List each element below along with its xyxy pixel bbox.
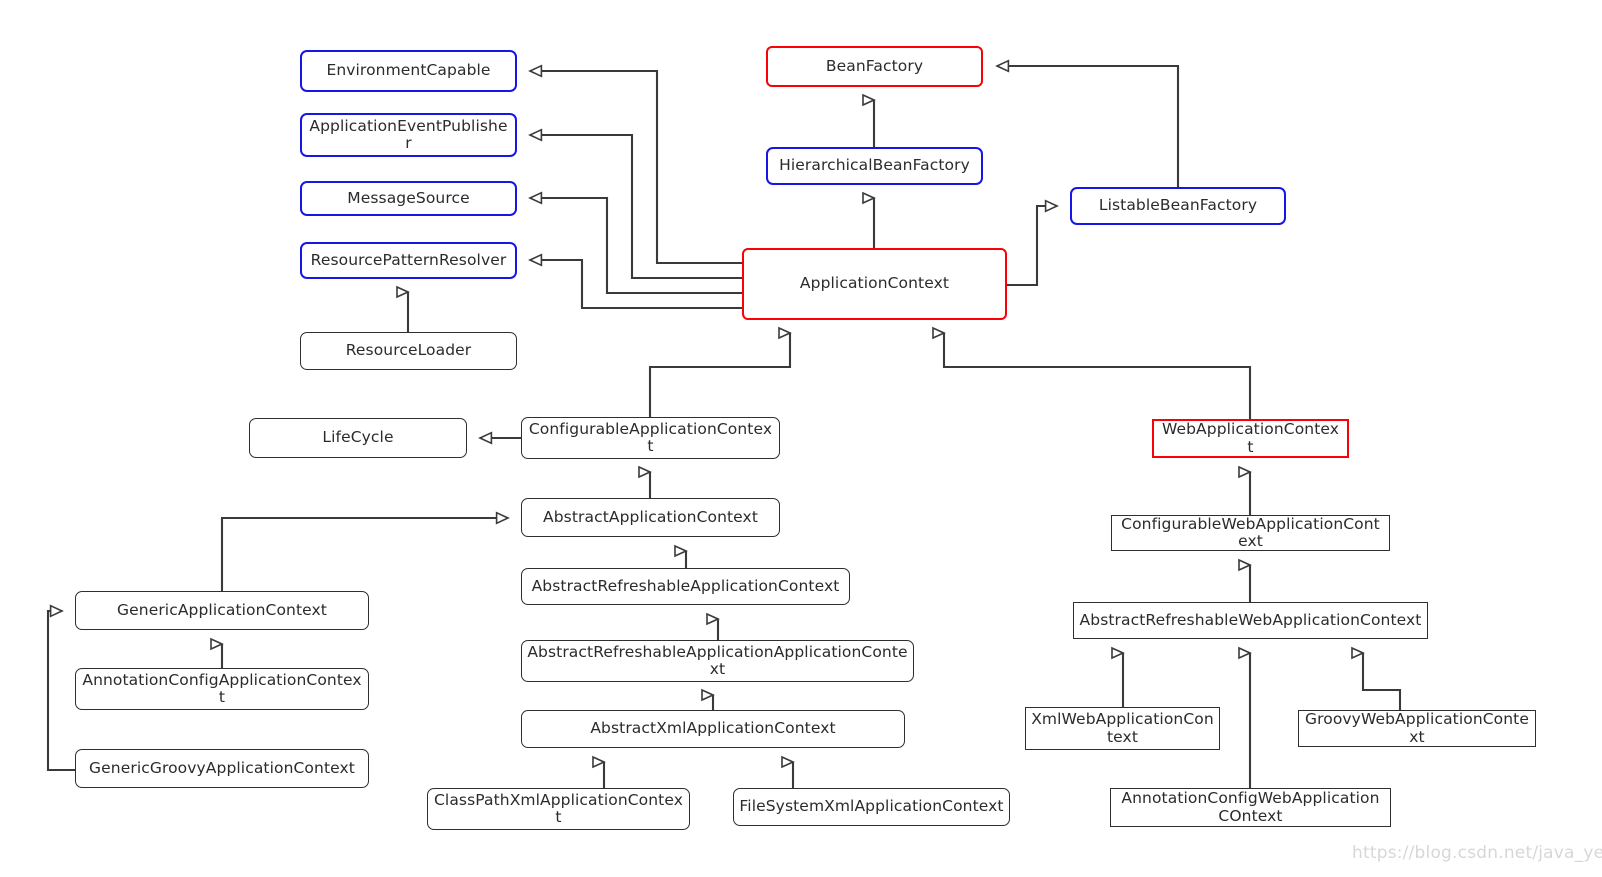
node-abstract-application-context[interactable]: AbstractApplicationContext	[521, 498, 780, 537]
node-label: ListableBeanFactory	[1098, 196, 1258, 215]
node-label: ApplicationEventPublisher	[309, 116, 508, 152]
node-xml-web-application-context[interactable]: XmlWebApplicationContext	[1025, 707, 1220, 750]
node-abstract-refreshable-application-application-context[interactable]: AbstractRefreshableApplicationApplicatio…	[521, 640, 914, 682]
node-annotation-config-web-application-context[interactable]: AnnotationConfigWebApplicationCOntext	[1110, 788, 1391, 827]
node-label: MessageSource	[347, 188, 470, 207]
node-groovy-web-application-context[interactable]: GroovyWebApplicationContext	[1298, 710, 1536, 747]
uml-class-diagram: EnvironmentCapable ApplicationEventPubli…	[0, 0, 1602, 877]
node-file-system-xml-application-context[interactable]: FileSystemXmlApplicationContext	[733, 788, 1010, 826]
source-watermark: https://blog.csdn.net/java_yes	[1352, 843, 1602, 863]
node-label: ClassPathXmlApplicationContext	[433, 790, 683, 826]
node-label: AnnotationConfigApplicationContext	[82, 670, 362, 706]
node-label: ResourceLoader	[345, 341, 472, 360]
node-label: BeanFactory	[825, 56, 924, 75]
node-label: ConfigurableWebApplicationContext	[1121, 514, 1380, 550]
node-application-context[interactable]: ApplicationContext	[742, 248, 1007, 320]
node-annotation-config-application-context[interactable]: AnnotationConfigApplicationContext	[75, 668, 369, 710]
node-label: FileSystemXmlApplicationContext	[739, 797, 1004, 816]
node-label: AbstractApplicationContext	[543, 507, 758, 526]
edge-genericappcontext-abstractappcontext	[220, 511, 510, 591]
node-generic-groovy-application-context[interactable]: GenericGroovyApplicationContext	[75, 749, 369, 788]
edge-configurableappcontext-appcontext	[648, 333, 790, 417]
node-label: HierarchicalBeanFactory	[779, 156, 970, 175]
node-class-path-xml-application-context[interactable]: ClassPathXmlApplicationContext	[427, 788, 690, 830]
edge-genericgroovy-genericappcontext	[46, 604, 75, 772]
edge-appcontext-listablebeanfactory	[1007, 199, 1059, 287]
node-abstract-refreshable-application-context[interactable]: AbstractRefreshableApplicationContext	[521, 568, 850, 605]
node-label: ApplicationContext	[799, 274, 950, 293]
node-message-source[interactable]: MessageSource	[300, 181, 517, 216]
edge-listablebeanfactory-beanfactory	[995, 59, 1180, 187]
node-label: WebApplicationContext	[1161, 420, 1340, 456]
node-label: AbstractXmlApplicationContext	[590, 719, 836, 738]
node-application-event-publisher[interactable]: ApplicationEventPublisher	[300, 113, 517, 157]
node-life-cycle[interactable]: LifeCycle	[249, 418, 467, 458]
node-bean-factory[interactable]: BeanFactory	[766, 46, 983, 87]
node-web-application-context[interactable]: WebApplicationContext	[1152, 419, 1349, 458]
node-environment-capable[interactable]: EnvironmentCapable	[300, 50, 517, 92]
edge-appcontext-applicationeventpublisher	[528, 128, 742, 280]
node-label: EnvironmentCapable	[326, 61, 491, 80]
node-label: GenericGroovyApplicationContext	[89, 758, 355, 777]
node-hierarchical-bean-factory[interactable]: HierarchicalBeanFactory	[766, 147, 983, 185]
node-abstract-xml-application-context[interactable]: AbstractXmlApplicationContext	[521, 710, 905, 748]
node-label: AbstractRefreshableWebApplicationContext	[1079, 610, 1422, 629]
node-label: GenericApplicationContext	[117, 600, 327, 619]
node-label: AbstractRefreshableApplicationApplicatio…	[527, 642, 908, 678]
node-label: AbstractRefreshableApplicationContext	[531, 576, 840, 595]
edge-webappcontext-appcontext	[944, 333, 1252, 419]
edge-groovyweb-abstractrefreshableweb	[1363, 653, 1402, 710]
node-listable-bean-factory[interactable]: ListableBeanFactory	[1070, 187, 1286, 225]
edge-appcontext-resourcepatternresolver	[528, 253, 742, 310]
node-label: XmlWebApplicationContext	[1031, 710, 1214, 746]
node-resource-loader[interactable]: ResourceLoader	[300, 332, 517, 370]
node-generic-application-context[interactable]: GenericApplicationContext	[75, 591, 369, 630]
node-label: ResourcePatternResolver	[310, 250, 507, 269]
edge-appcontext-messagesource	[528, 191, 742, 295]
edge-appcontext-environmentcapable	[528, 64, 742, 265]
node-label: ConfigurableApplicationContext	[528, 419, 773, 455]
node-label: LifeCycle	[322, 428, 394, 447]
node-label: GroovyWebApplicationContext	[1305, 710, 1529, 746]
node-configurable-web-application-context[interactable]: ConfigurableWebApplicationContext	[1111, 515, 1390, 551]
node-abstract-refreshable-web-application-context[interactable]: AbstractRefreshableWebApplicationContext	[1073, 602, 1428, 639]
node-resource-pattern-resolver[interactable]: ResourcePatternResolver	[300, 242, 517, 279]
node-configurable-application-context[interactable]: ConfigurableApplicationContext	[521, 417, 780, 459]
node-label: AnnotationConfigWebApplicationCOntext	[1121, 789, 1380, 825]
